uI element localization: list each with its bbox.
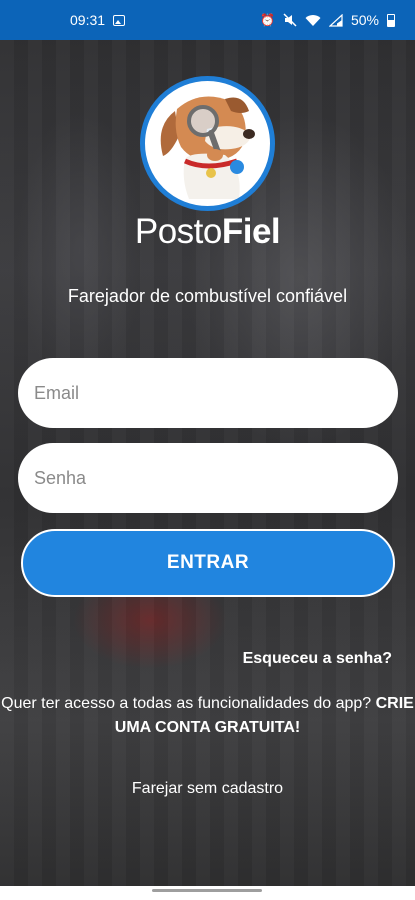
signup-text: Quer ter acesso a todas as funcionalidad…	[1, 695, 372, 712]
dog-detective-icon	[160, 96, 255, 199]
brand-name-part1: Posto	[134, 212, 223, 251]
signup-prompt: Quer ter acesso a todas as funcionalidad…	[0, 692, 415, 740]
guest-access-link[interactable]: Farejar sem cadastro	[0, 780, 415, 798]
signal-icon	[328, 13, 343, 27]
forgot-password-link[interactable]: Esqueceu a senha?	[243, 650, 392, 668]
image-icon	[113, 14, 126, 26]
brand-name: PostoFiel	[0, 212, 415, 252]
login-button[interactable]: ENTRAR	[21, 529, 395, 597]
tagline: Farejador de combustível confiável	[67, 286, 348, 306]
mute-icon	[283, 13, 297, 27]
home-handle[interactable]	[152, 889, 262, 892]
password-field[interactable]	[18, 443, 398, 513]
status-time: 09:31	[70, 12, 106, 28]
battery-icon	[387, 13, 395, 27]
status-bar: 09:31 ⏰ 50%	[0, 0, 415, 40]
email-field[interactable]	[18, 358, 398, 428]
alarm-icon: ⏰	[260, 13, 275, 27]
app-logo	[140, 76, 275, 211]
navigation-bar	[0, 886, 415, 900]
battery-percent: 50%	[350, 12, 379, 28]
brand-name-part2: Fiel	[221, 212, 281, 251]
wifi-icon	[305, 14, 321, 26]
